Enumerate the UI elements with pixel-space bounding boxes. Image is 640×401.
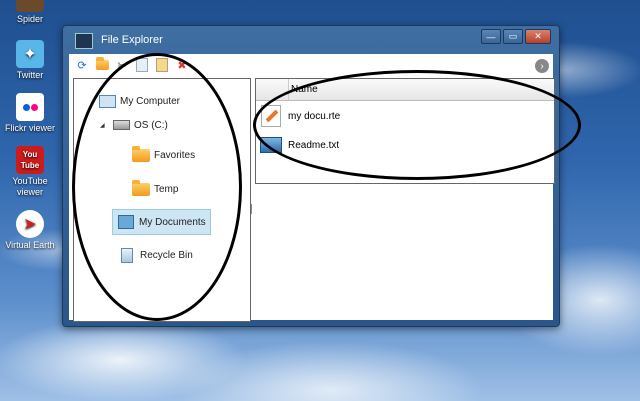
desktop-icon-label: Twitter — [16, 70, 44, 80]
desktop-icon-label: Spider — [16, 14, 43, 24]
desktop-icon-spider[interactable]: Spider — [0, 0, 60, 25]
new-folder-icon[interactable] — [95, 57, 109, 72]
list-item-label: Readme.txt — [288, 139, 340, 151]
desktop-icon-twitter[interactable]: ✦ Twitter — [0, 40, 60, 81]
column-header-name[interactable]: Name — [288, 79, 551, 100]
desktop-icon-label: viewer — [16, 187, 43, 197]
delete-icon[interactable]: ✖ — [175, 58, 189, 72]
tree-item-favorites[interactable]: Favorites — [132, 145, 195, 165]
tree-item-label: My Documents — [139, 216, 206, 228]
list-item-label: my docu.rte — [288, 110, 341, 122]
documents-folder-icon — [117, 214, 135, 230]
window-controls: — ▭ ✕ — [481, 29, 551, 44]
maximize-button[interactable]: ▭ — [503, 29, 523, 44]
list-item[interactable]: Readme.txt — [258, 133, 339, 157]
twitter-bird-icon: ✦ — [16, 40, 44, 68]
recycle-bin-icon — [118, 247, 136, 263]
flickr-icon — [16, 93, 44, 121]
window-title: File Explorer — [101, 34, 163, 46]
refresh-icon[interactable]: ⟳ — [75, 58, 89, 72]
tree-item-label: Temp — [154, 183, 179, 195]
minimize-button[interactable]: — — [481, 29, 501, 44]
pane-splitter[interactable] — [251, 204, 254, 214]
app-icon — [75, 33, 93, 49]
folder-icon — [132, 145, 150, 163]
desktop-icon-label: Flickr viewer — [4, 123, 55, 133]
folder-icon — [132, 179, 150, 197]
tree-item-drive-c[interactable]: OS (C:) — [112, 115, 168, 135]
list-item[interactable]: my docu.rte — [258, 104, 340, 128]
cut-icon[interactable]: ✂ — [115, 58, 129, 72]
tree-item-label: Favorites — [154, 149, 196, 161]
computer-icon — [98, 93, 116, 109]
desktop-icon-flickr[interactable]: Flickr viewer — [0, 93, 60, 134]
file-list: Name my docu.rte Readme.txt — [255, 78, 555, 184]
desktop-icon-label: Virtual Earth — [5, 240, 55, 250]
folder-tree: My Computer ◢ OS (C:) Favorites Temp My … — [73, 78, 251, 322]
compass-icon: ➤ — [16, 210, 44, 238]
desktop-icon-virtual-earth[interactable]: ➤ Virtual Earth — [0, 210, 60, 251]
chevron-right-icon[interactable]: › — [535, 59, 549, 73]
text-document-icon — [258, 134, 284, 156]
file-explorer-window: File Explorer — ▭ ✕ ⟳ ✂ ✖ › My Computer … — [62, 25, 560, 327]
tree-item-label: OS (C:) — [134, 119, 168, 131]
expand-toggle-icon[interactable]: ◢ — [100, 122, 105, 129]
youtube-icon: You Tube — [16, 146, 44, 174]
tree-item-temp[interactable]: Temp — [132, 179, 178, 199]
paste-icon[interactable] — [155, 58, 169, 72]
tree-item-label: My Computer — [120, 95, 181, 107]
close-button[interactable]: ✕ — [525, 29, 551, 44]
window-client: ⟳ ✂ ✖ › My Computer ◢ OS (C:) Favorites — [69, 54, 555, 322]
toolbar: ⟳ ✂ ✖ — [69, 54, 553, 76]
drive-icon — [112, 117, 130, 133]
title-bar[interactable]: File Explorer — ▭ ✕ — [63, 26, 559, 54]
tree-item-recycle-bin[interactable]: Recycle Bin — [118, 245, 193, 265]
spider-solitaire-icon — [16, 0, 44, 12]
tree-item-label: Recycle Bin — [140, 249, 193, 261]
tree-item-my-computer[interactable]: My Computer — [98, 91, 180, 111]
copy-icon[interactable] — [135, 58, 149, 72]
desktop-icon-youtube[interactable]: You Tube YouTube viewer — [0, 146, 60, 198]
list-header: Name — [256, 79, 554, 101]
desktop-icon-label: YouTube — [12, 176, 48, 186]
tree-item-my-documents[interactable]: My Documents — [112, 209, 211, 235]
pencil-document-icon — [258, 105, 284, 127]
